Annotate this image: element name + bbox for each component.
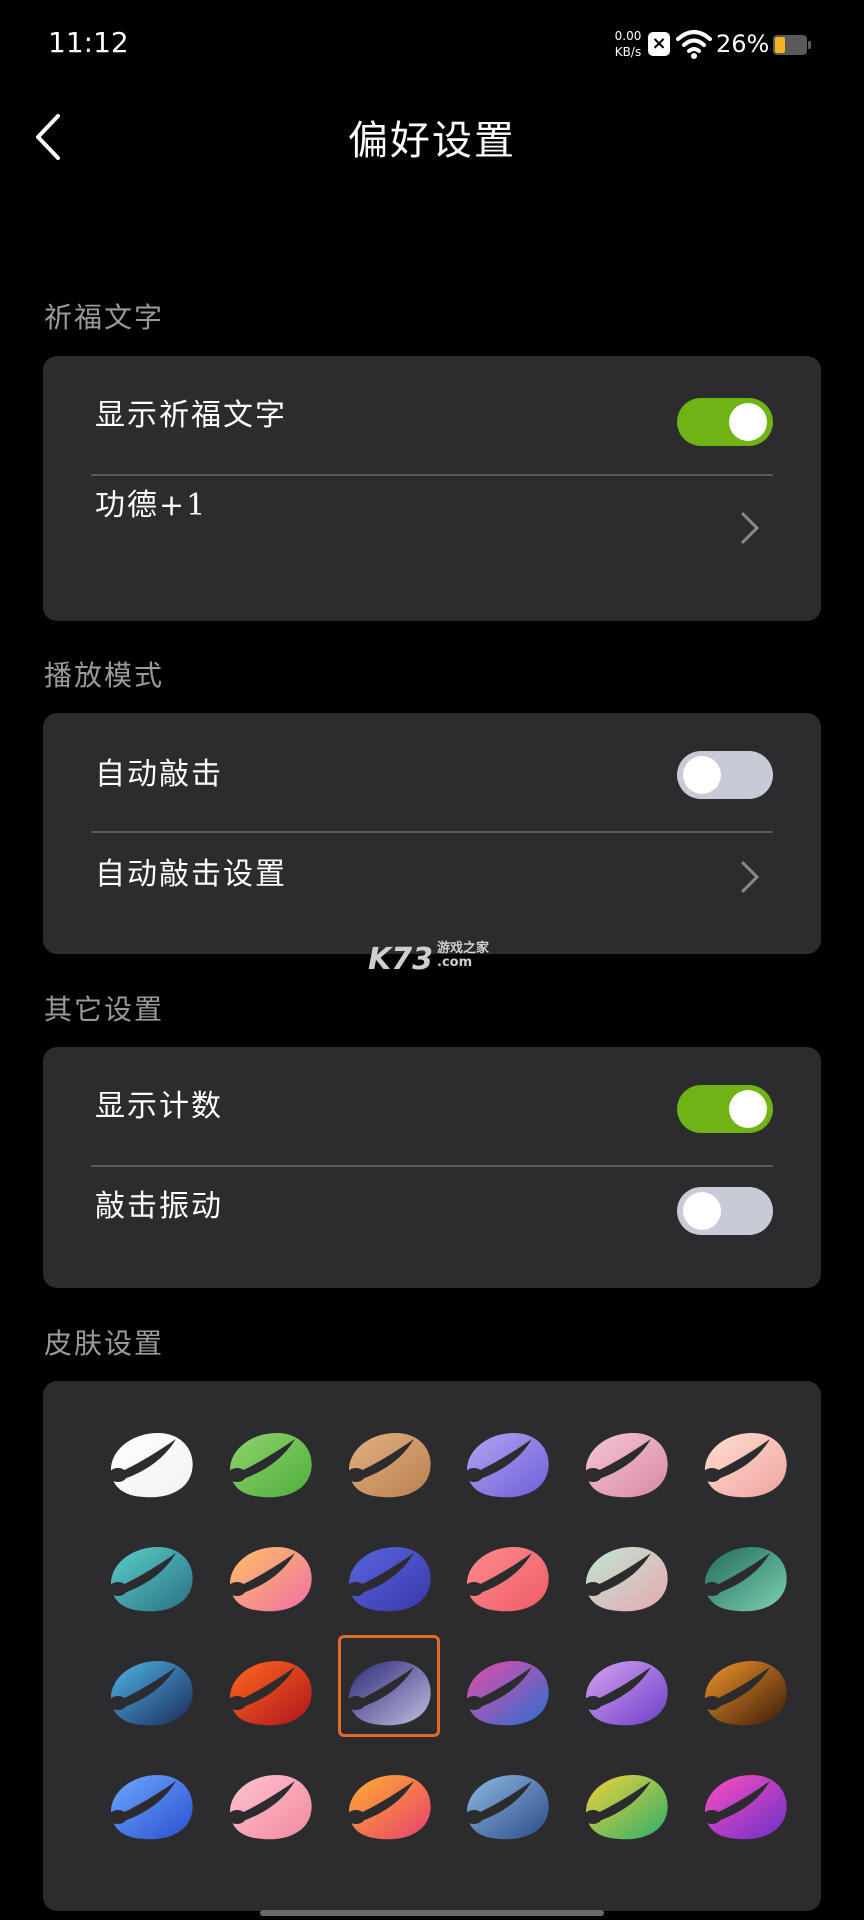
skin-option-teal[interactable] — [91, 1537, 210, 1621]
wooden-fish-icon — [109, 1661, 194, 1726]
skin-option-marble-art[interactable] — [328, 1635, 447, 1737]
section-title-prayer: 祈福文字 — [44, 301, 165, 334]
status-bar: 11:12 0.00 KB/s × 26% — [0, 0, 864, 90]
net-speed: 0.00 KB/s — [608, 28, 648, 60]
skin-option-pink[interactable] — [566, 1423, 685, 1507]
wooden-fish-icon — [346, 1433, 431, 1498]
row-show-count[interactable]: 显示计数 — [91, 1061, 773, 1158]
wooden-fish-icon — [583, 1433, 668, 1498]
skin-option-blue-art[interactable] — [91, 1765, 210, 1849]
skin-option-green[interactable] — [210, 1423, 329, 1507]
watermark-sub1: 游戏之家 — [437, 941, 490, 956]
section-title-skins: 皮肤设置 — [44, 1327, 165, 1360]
skin-option-fire-art[interactable] — [210, 1651, 329, 1735]
show-count-label: 显示计数 — [95, 1089, 223, 1124]
skin-option-sunset-art[interactable] — [328, 1765, 447, 1849]
row-vibrate[interactable]: 敲击振动 — [91, 1167, 773, 1264]
show-count-toggle[interactable] — [677, 1085, 773, 1133]
skin-option-coral[interactable] — [447, 1537, 566, 1621]
skin-option-ocean-art[interactable] — [91, 1651, 210, 1735]
skin-option-peach[interactable] — [684, 1423, 803, 1507]
wooden-fish-icon — [109, 1775, 194, 1840]
vibrate-toggle[interactable] — [677, 1187, 773, 1235]
row-merit[interactable]: 功德+1 — [91, 476, 773, 573]
skin-option-mint-rose[interactable] — [566, 1537, 685, 1621]
auto-tap-toggle[interactable] — [677, 751, 773, 799]
section-title-other: 其它设置 — [44, 993, 165, 1026]
skin-option-mosaic-art[interactable] — [566, 1765, 685, 1849]
battery-percent: 26% — [716, 30, 770, 58]
page-title: 偏好设置 — [348, 118, 516, 164]
status-time: 11:12 — [48, 26, 129, 59]
toggle-knob — [683, 756, 721, 794]
wooden-fish-icon — [702, 1433, 787, 1498]
wooden-fish-icon — [702, 1661, 787, 1726]
wooden-fish-icon — [465, 1433, 549, 1498]
wooden-fish-icon — [465, 1775, 549, 1840]
watermark-sub2: .com — [437, 955, 473, 970]
wifi-icon — [676, 30, 712, 59]
wooden-fish-icon — [227, 1433, 312, 1498]
merit-label: 功德+1 — [95, 488, 208, 523]
skin-option-lava-art[interactable] — [684, 1651, 803, 1735]
toggle-knob — [683, 1192, 721, 1230]
wooden-fish-icon — [346, 1661, 431, 1726]
battery-icon — [773, 35, 811, 55]
home-indicator[interactable] — [260, 1910, 604, 1916]
wooden-fish-icon — [346, 1775, 431, 1840]
card-other: 显示计数 敲击振动 — [43, 1047, 821, 1288]
chevron-right-icon — [741, 512, 760, 544]
wooden-fish-icon — [583, 1661, 668, 1726]
auto-tap-label: 自动敲击 — [95, 757, 223, 792]
skin-grid — [91, 1423, 803, 1849]
wooden-fish-icon — [702, 1775, 787, 1840]
wooden-fish-icon — [702, 1547, 787, 1612]
skin-option-orange-pink[interactable] — [210, 1537, 329, 1621]
skin-option-white[interactable] — [91, 1423, 210, 1507]
row-auto-tap-settings[interactable]: 自动敲击设置 — [91, 833, 773, 930]
watermark-text: K73 — [368, 942, 433, 977]
wooden-fish-icon — [227, 1661, 312, 1726]
skin-option-nebula-art[interactable] — [447, 1651, 566, 1735]
toggle-knob — [729, 403, 767, 441]
wooden-fish-icon — [227, 1775, 312, 1840]
card-playback: 自动敲击 自动敲击设置 — [43, 713, 821, 954]
net-speed-value: 0.00 — [614, 29, 642, 43]
wooden-fish-icon — [465, 1661, 549, 1726]
skin-option-storm-art[interactable] — [447, 1765, 566, 1849]
skin-option-rose-art[interactable] — [210, 1765, 329, 1849]
show-prayer-toggle[interactable] — [677, 398, 773, 446]
skin-option-magenta-art[interactable] — [684, 1765, 803, 1849]
row-show-prayer[interactable]: 显示祈福文字 — [91, 386, 773, 483]
section-title-playback: 播放模式 — [44, 659, 165, 692]
card-skins — [43, 1381, 821, 1911]
wooden-fish-icon — [109, 1547, 194, 1612]
skin-option-indigo[interactable] — [328, 1537, 447, 1621]
row-auto-tap[interactable]: 自动敲击 — [91, 727, 773, 824]
wooden-fish-icon — [465, 1547, 549, 1612]
wooden-fish-icon — [583, 1775, 668, 1840]
net-speed-unit: KB/s — [614, 45, 642, 59]
wooden-fish-icon — [583, 1547, 668, 1612]
show-prayer-label: 显示祈福文字 — [95, 398, 287, 433]
skin-option-tan[interactable] — [328, 1423, 447, 1507]
skin-option-emerald-art[interactable] — [684, 1537, 803, 1621]
toggle-knob — [729, 1090, 767, 1128]
vibrate-label: 敲击振动 — [95, 1189, 223, 1224]
watermark-logo: K73 游戏之家 .com — [368, 941, 490, 978]
skin-option-lavender[interactable] — [447, 1423, 566, 1507]
card-prayer: 显示祈福文字 功德+1 — [43, 356, 821, 621]
skin-option-violet-art[interactable] — [566, 1651, 685, 1735]
chevron-right-icon — [741, 861, 760, 893]
wooden-fish-icon — [109, 1433, 194, 1498]
auto-tap-settings-label: 自动敲击设置 — [95, 857, 287, 892]
wooden-fish-icon — [227, 1547, 312, 1612]
notification-x-icon: × — [648, 32, 670, 56]
wooden-fish-icon — [346, 1547, 431, 1612]
